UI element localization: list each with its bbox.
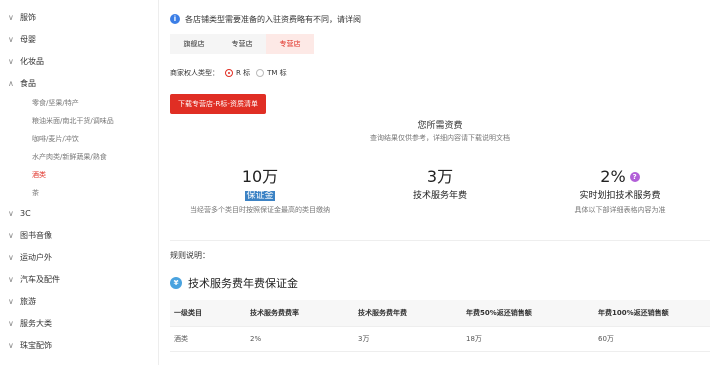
table-header: 年费50%返还销售额 [462, 300, 594, 327]
section-divider [170, 240, 710, 241]
sidebar-divider [158, 0, 159, 365]
sidebar-subitem-fresh[interactable]: 水产肉类/新鲜蔬果/熟食 [32, 150, 107, 164]
chevron-down-icon: ∨ [8, 341, 14, 350]
radio-tm-mark-label[interactable]: TM 标 [267, 68, 287, 78]
chevron-down-icon: ∨ [8, 209, 14, 218]
notice-text: 各店铺类型需要准备的入驻资费略有不同，请详阅 [185, 14, 361, 24]
stat-annual-fee-label: 技术服务年费 [412, 191, 467, 201]
chevron-down-icon: ∨ [8, 319, 14, 328]
table-cell: 3万 [354, 326, 462, 352]
sidebar-subitem-grain-oil[interactable]: 粮油米面/南北干货/调味品 [32, 114, 114, 128]
table-header-row: 一级类目 技术服务费费率 技术服务费年费 年费50%返还销售额 年费100%返还… [170, 300, 710, 327]
table-cell: 18万 [462, 326, 594, 352]
trademark-label: 商家权人类型： [170, 69, 219, 77]
trademark-type-row: 商家权人类型： R 标 TM 标 [170, 66, 287, 80]
section-header: ¥ 技术服务费年费保证金 [170, 274, 298, 292]
sidebar-subitem-coffee[interactable]: 咖啡/麦片/冲饮 [32, 132, 79, 146]
stat-commission: 2% ? 实时划扣技术服务费 具体以下部详细表格内容为准 [530, 166, 710, 215]
chevron-down-icon: ∨ [8, 275, 14, 284]
notice-bar: i 各店铺类型需要准备的入驻资费略有不同，请详阅 [170, 12, 361, 26]
download-checklist-button[interactable]: 下载专营店-R标-资质清单 [170, 94, 266, 114]
rules-label: 规则说明： [170, 251, 210, 260]
fees-title: 您所需资费 [417, 121, 463, 131]
store-type-tabs: 旗舰店 专营店 专营店 [170, 34, 314, 54]
sidebar-subitem-liquor[interactable]: 酒类 [32, 168, 46, 182]
chevron-down-icon: ∨ [8, 231, 14, 240]
tab-specialty-active[interactable]: 专营店 [266, 34, 314, 54]
sidebar-item-outdoor[interactable]: ∨ 运动户外 [8, 250, 52, 266]
section-title: 技术服务费年费保证金 [188, 277, 298, 290]
tab-specialty[interactable]: 专营店 [218, 34, 266, 54]
stat-commission-label: 实时划扣技术服务费 [579, 191, 661, 201]
table-cell: 60万 [594, 326, 710, 352]
chevron-down-icon: ∨ [8, 253, 14, 262]
radio-r-mark-label[interactable]: R 标 [236, 68, 250, 78]
stat-annual-fee: 3万 技术服务年费 [350, 166, 530, 202]
fees-subtitle: 查询结果仅供参考，详细内容请下载说明文档 [370, 134, 510, 142]
sidebar-item-services[interactable]: ∨ 服务大类 [8, 316, 52, 332]
table-cell: 2% [246, 326, 354, 352]
sidebar-item-maternal[interactable]: ∨ 母婴 [8, 32, 36, 48]
chevron-down-icon: ∨ [8, 297, 14, 306]
tab-flagship[interactable]: 旗舰店 [170, 34, 218, 54]
table-cell: 酒类 [170, 326, 246, 352]
help-icon[interactable]: ? [629, 172, 640, 182]
stat-deposit: 10万 保证金 当经营多个类目时按照保证金最高的类目缴纳 [170, 166, 350, 215]
stat-annual-fee-value: 3万 [426, 167, 454, 186]
category-sidebar: ∨ 服饰 ∨ 母婴 ∨ 化妆品 ∧ 食品 零食/坚果/特产 粮油米面/南北干货/调味品 … [0, 0, 158, 365]
chevron-down-icon: ∨ [8, 57, 14, 66]
table-header: 年费100%返还销售额 [594, 300, 710, 327]
sidebar-subitem-tea[interactable]: 茶 [32, 186, 39, 200]
chevron-down-icon: ∨ [8, 35, 14, 44]
stat-deposit-value: 10万 [241, 167, 279, 186]
sidebar-item-3c[interactable]: ∨ 3C [8, 206, 31, 222]
sidebar-subitem-snacks[interactable]: 零食/坚果/特产 [32, 96, 79, 110]
table-header: 技术服务费费率 [246, 300, 354, 327]
stat-deposit-label: 保证金 [245, 191, 275, 201]
fee-table: 一级类目 技术服务费费率 技术服务费年费 年费50%返还销售额 年费100%返还… [170, 300, 710, 352]
table-header: 一级类目 [170, 300, 246, 327]
radio-r-mark[interactable] [225, 69, 233, 77]
stat-deposit-desc: 当经营多个类目时按照保证金最高的类目缴纳 [190, 206, 330, 214]
table-header: 技术服务费年费 [354, 300, 462, 327]
chevron-down-icon: ∨ [8, 13, 14, 22]
stat-commission-desc: 具体以下部详细表格内容为准 [574, 206, 666, 214]
sidebar-item-cosmetics[interactable]: ∨ 化妆品 [8, 54, 44, 70]
coin-icon: ¥ [170, 277, 182, 289]
sidebar-item-jewelry[interactable]: ∨ 珠宝配饰 [8, 338, 52, 354]
sidebar-item-auto[interactable]: ∨ 汽车及配件 [8, 272, 60, 288]
table-row: 酒类 2% 3万 18万 60万 [170, 326, 710, 352]
stat-commission-value: 2% [600, 167, 626, 186]
sidebar-item-travel[interactable]: ∨ 旅游 [8, 294, 36, 310]
sidebar-item-food[interactable]: ∧ 食品 [8, 76, 36, 92]
radio-tm-mark[interactable] [256, 69, 265, 77]
sidebar-item-apparel[interactable]: ∨ 服饰 [8, 10, 36, 26]
chevron-up-icon: ∧ [8, 79, 14, 88]
sidebar-item-books[interactable]: ∨ 图书音像 [8, 228, 52, 244]
info-icon: i [170, 14, 180, 24]
